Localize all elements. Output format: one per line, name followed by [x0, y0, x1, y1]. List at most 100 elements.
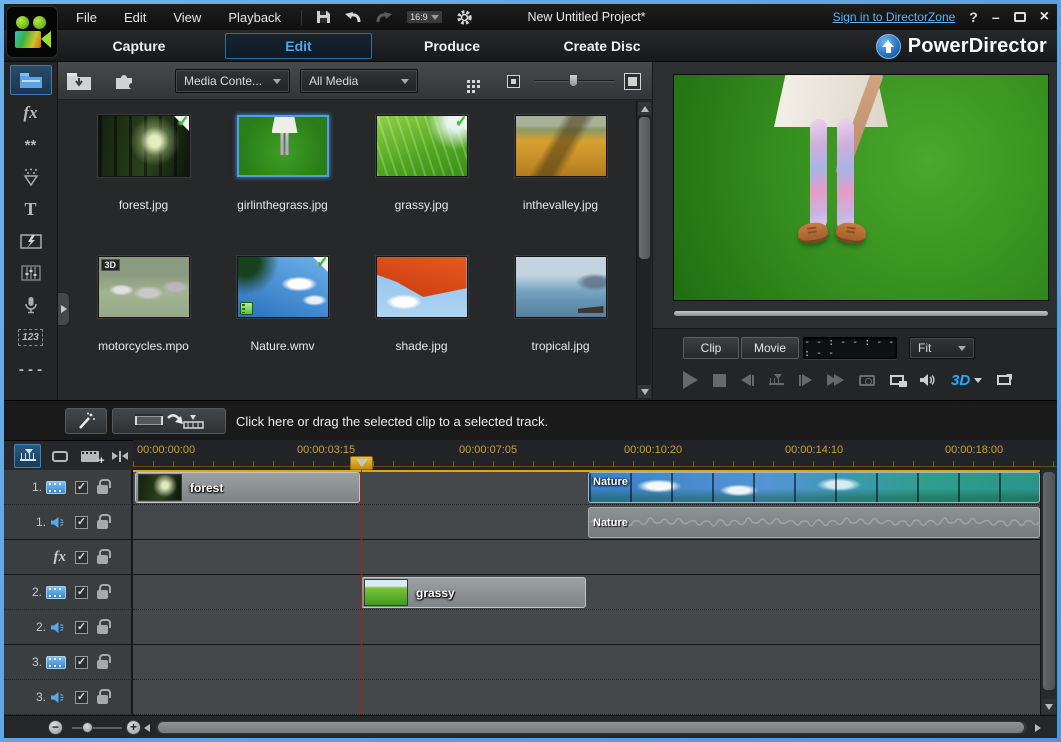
minimize-button[interactable]: –: [992, 9, 1000, 25]
media-item[interactable]: ✓ Nature.wmv: [213, 249, 352, 390]
plugin-puzzle-icon[interactable]: [113, 70, 135, 92]
clip-nature-video[interactable]: Nature: [588, 472, 1040, 503]
sidebar-item-particle-room[interactable]: [10, 163, 52, 191]
preview-seek-slider[interactable]: [673, 310, 1049, 317]
lock-icon[interactable]: [97, 660, 108, 669]
scroll-down-button[interactable]: [638, 385, 651, 398]
snapshot-camera-button[interactable]: [859, 375, 875, 386]
sidebar-item-media-room[interactable]: [10, 65, 52, 95]
media-item[interactable]: girlinthegrass.jpg: [213, 108, 352, 249]
media-thumbnail-nature[interactable]: ✓: [237, 256, 329, 318]
library-menu-icon[interactable]: [467, 80, 470, 83]
signin-directorzone-link[interactable]: Sign in to DirectorZone: [833, 10, 956, 24]
play-button[interactable]: [683, 371, 698, 389]
snap-to-clips-button[interactable]: [106, 444, 133, 468]
thumbnail-size-slider[interactable]: [535, 80, 615, 82]
timeline-ruler[interactable]: 00:00:00:00 00:00:03:15 00:00:07:05 00:0…: [133, 440, 1057, 470]
timeline-zoom-slider[interactable]: [72, 727, 122, 729]
media-thumbnail-shade[interactable]: [376, 256, 468, 318]
clip-forest[interactable]: forest: [135, 472, 360, 503]
lock-icon[interactable]: [97, 555, 108, 564]
track-manager-button[interactable]: [76, 444, 103, 468]
stop-button[interactable]: [713, 374, 726, 387]
scroll-right-button[interactable]: [1031, 721, 1045, 734]
sidebar-item-transition-room[interactable]: [10, 227, 52, 255]
media-item[interactable]: ✓ forest.jpg: [74, 108, 213, 249]
thumbnail-zoom-in-button[interactable]: [624, 73, 641, 90]
import-media-button[interactable]: [66, 71, 92, 91]
scrollbar-thumb[interactable]: [1043, 472, 1055, 690]
sidebar-item-title-room[interactable]: T: [10, 195, 52, 223]
track-enable-checkbox[interactable]: ✓: [75, 691, 88, 704]
volume-button[interactable]: [919, 373, 936, 387]
sidebar-item-pip-objects-room[interactable]: **: [10, 131, 52, 159]
insert-to-timeline-button[interactable]: [112, 408, 226, 434]
tab-capture[interactable]: Capture: [89, 30, 189, 62]
timeline-zoom-in-button[interactable]: +: [126, 720, 141, 735]
timeline-vertical-scrollbar[interactable]: [1040, 470, 1057, 715]
menu-playback[interactable]: Playback: [228, 10, 281, 25]
redo-icon[interactable]: [375, 10, 393, 24]
media-thumbnail-forest[interactable]: ✓: [98, 115, 190, 177]
track-enable-checkbox[interactable]: ✓: [75, 656, 88, 669]
media-thumbnail-inthevalley[interactable]: [515, 115, 607, 177]
timeline-horizontal-scrollbar[interactable]: [156, 721, 1027, 734]
timeline-zoom-out-button[interactable]: −: [48, 720, 63, 735]
sidebar-item-chapter-room[interactable]: 123: [10, 323, 52, 351]
track-enable-checkbox[interactable]: ✓: [75, 516, 88, 529]
track-enable-checkbox[interactable]: ✓: [75, 621, 88, 634]
media-thumbnail-motorcycles[interactable]: 3D: [98, 256, 190, 318]
fast-forward-button[interactable]: [827, 374, 844, 386]
media-thumbnail-grassy[interactable]: ✓: [376, 115, 468, 177]
scrollbar-thumb[interactable]: [158, 722, 1024, 733]
media-item[interactable]: ✓ grassy.jpg: [352, 108, 491, 249]
content-type-dropdown[interactable]: Media Conte...: [175, 69, 290, 93]
media-thumbnail-tropical[interactable]: [515, 256, 607, 318]
tab-produce[interactable]: Produce: [402, 30, 502, 62]
undo-icon[interactable]: [344, 10, 362, 24]
clip-mode-button[interactable]: Clip: [683, 337, 739, 359]
playhead-marker[interactable]: [350, 456, 373, 470]
movie-mode-button[interactable]: Movie: [741, 337, 799, 359]
lock-icon[interactable]: [97, 625, 108, 634]
media-item[interactable]: tropical.jpg: [491, 249, 630, 390]
track-enable-checkbox[interactable]: ✓: [75, 586, 88, 599]
media-filter-dropdown[interactable]: All Media: [300, 69, 418, 93]
menu-edit[interactable]: Edit: [124, 10, 146, 25]
track-enable-checkbox[interactable]: ✓: [75, 481, 88, 494]
tab-edit[interactable]: Edit: [225, 33, 372, 59]
undock-preview-button[interactable]: [997, 375, 1011, 385]
timeline-zoom-slider-handle[interactable]: [82, 722, 93, 733]
storyboard-view-button[interactable]: [46, 444, 73, 468]
thumbnail-size-slider-handle[interactable]: [569, 74, 578, 87]
scroll-up-button[interactable]: [638, 102, 651, 115]
timecode-display[interactable]: - - : - - : - - : - -: [803, 337, 897, 359]
clip-nature-audio[interactable]: Nature: [588, 507, 1040, 538]
media-thumbnail-girlinthegrass[interactable]: [237, 115, 329, 177]
3d-mode-button[interactable]: 3D: [951, 372, 982, 389]
menu-view[interactable]: View: [173, 10, 201, 25]
next-frame-button[interactable]: [799, 374, 812, 386]
lock-icon[interactable]: [97, 590, 108, 599]
media-item[interactable]: inthevalley.jpg: [491, 108, 630, 249]
sidebar-item-voice-over-room[interactable]: [10, 291, 52, 319]
maximize-button[interactable]: [1014, 12, 1026, 22]
timeline-view-button[interactable]: [14, 444, 41, 468]
sidebar-item-subtitle-room[interactable]: - - -: [10, 355, 52, 383]
save-button[interactable]: [316, 10, 331, 24]
lock-icon[interactable]: [97, 520, 108, 529]
media-item[interactable]: 3D motorcycles.mpo: [74, 249, 213, 390]
library-panel-expander[interactable]: [58, 292, 70, 326]
lock-icon[interactable]: [97, 695, 108, 704]
magic-wand-button[interactable]: [65, 408, 107, 434]
thumbnail-zoom-out-button[interactable]: [507, 75, 520, 88]
tab-create-disc[interactable]: Create Disc: [546, 30, 658, 62]
scrollbar-thumb[interactable]: [639, 117, 650, 259]
sidebar-item-effect-room[interactable]: fx: [10, 99, 52, 127]
sidebar-item-audio-mixing-room[interactable]: [10, 259, 52, 287]
media-item[interactable]: shade.jpg: [352, 249, 491, 390]
close-button[interactable]: ×: [1040, 8, 1049, 26]
playhead-line[interactable]: [361, 470, 362, 715]
library-scrollbar[interactable]: [636, 101, 651, 399]
clip-grassy[interactable]: grassy: [361, 577, 586, 608]
